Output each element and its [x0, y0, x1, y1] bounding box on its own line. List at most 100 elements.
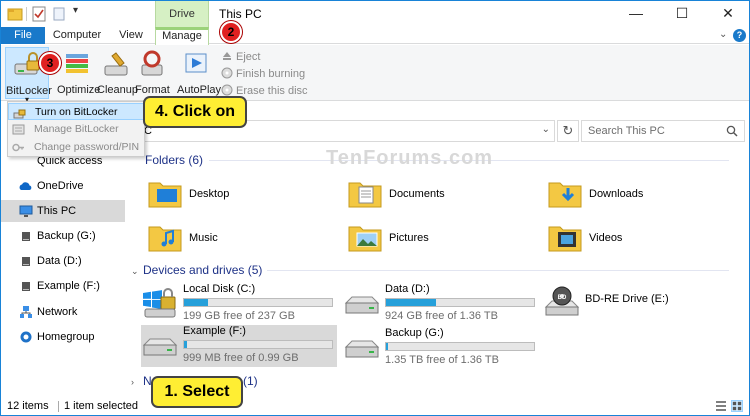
search-icon — [726, 125, 738, 137]
music-folder-icon — [148, 226, 182, 252]
nav-item-label: Homegroup — [37, 331, 95, 343]
folder-downloads[interactable]: Downloads — [547, 175, 727, 215]
drive-usage-fill — [386, 343, 389, 350]
folder-videos[interactable]: Videos — [547, 219, 727, 259]
cleanup-button[interactable]: Cleanup — [97, 47, 138, 99]
drive-icon — [22, 257, 30, 266]
menu-item-label: Change password/PIN — [34, 141, 140, 153]
drive-usage-bar — [183, 340, 333, 349]
drive-usage-bar — [183, 298, 333, 307]
nav-item-label: This PC — [37, 205, 77, 217]
menu-item-label: Manage BitLocker — [34, 123, 119, 135]
drive-g[interactable]: Backup (G:) 1.35 TB free of 1.36 TB — [343, 327, 543, 367]
optimize-label: Optimize — [57, 84, 101, 96]
qa-separator — [26, 7, 27, 21]
documents-folder-icon — [348, 182, 382, 208]
eject-icon — [223, 52, 231, 60]
help-icon[interactable]: ? — [733, 29, 746, 42]
drive-d[interactable]: Data (D:) 924 GB free of 1.36 TB — [343, 283, 543, 323]
network-group-header[interactable]: › N — [131, 372, 152, 390]
content-pane: Folders (6) Desktop Documents Downloads … — [129, 147, 749, 397]
folder-pictures[interactable]: Pictures — [347, 219, 527, 259]
finish-burning-button[interactable]: Finish burning — [221, 66, 305, 82]
address-dropdown-chevron-icon[interactable]: ⌄ — [542, 124, 550, 135]
drive-usage-bar — [385, 298, 535, 307]
nav-item-network[interactable]: Network — [1, 301, 125, 323]
nav-item-label: Backup (G:) — [37, 230, 96, 242]
ribbon-expand-chevron-icon[interactable]: ⌄ — [719, 29, 727, 40]
bitlocker-icon — [14, 52, 40, 75]
minimize-button[interactable]: — — [613, 1, 659, 27]
network-icon — [20, 306, 32, 318]
eject-button[interactable]: Eject — [221, 49, 260, 65]
quick-access-toolbar-chevron-icon[interactable]: ▾ — [73, 5, 78, 16]
menu-item-change-password[interactable]: Change password/PIN — [8, 139, 144, 156]
refresh-button[interactable]: ↻ — [557, 120, 579, 142]
nav-item-this-pc[interactable]: This PC — [1, 200, 125, 222]
explorer-app-icon[interactable] — [7, 6, 23, 22]
tab-manage[interactable]: Manage — [155, 27, 209, 45]
close-button[interactable]: ✕ — [705, 1, 749, 27]
drive-free-space: 999 MB free of 0.99 GB — [183, 352, 299, 364]
drive-tools-context-header: Drive Tools — [155, 1, 209, 46]
nav-item-label: Example (F:) — [37, 280, 100, 292]
step-badge-3: 3 — [39, 52, 61, 74]
format-icon — [141, 50, 163, 76]
autoplay-button[interactable]: AutoPlay — [177, 47, 222, 99]
computer-icon — [19, 205, 33, 217]
homegroup-icon — [20, 331, 32, 343]
nav-item-example-f[interactable]: Example (F:) — [1, 275, 125, 297]
search-placeholder: Search This PC — [588, 125, 665, 137]
folder-documents[interactable]: Documents — [347, 175, 527, 215]
watermark: TenForums.com — [326, 147, 494, 169]
menu-item-turn-on-bitlocker[interactable]: Turn on BitLocker — [8, 103, 144, 120]
menu-item-label: Turn on BitLocker — [35, 106, 118, 118]
folder-label: Music — [189, 232, 218, 244]
pictures-folder-icon — [348, 226, 382, 252]
ribbon-tabs: File Computer View Manage ⌄ ? — [1, 27, 749, 45]
tab-view[interactable]: View — [111, 27, 151, 44]
videos-folder-icon — [548, 226, 582, 252]
autoplay-label: AutoPlay — [177, 84, 222, 96]
step-badge-2: 2 — [220, 21, 242, 43]
ribbon-manage: BitLocker ▾ Optimize Cleanup Format Auto… — [1, 45, 749, 104]
folders-group-header[interactable]: Folders (6) — [145, 151, 203, 169]
drive-c[interactable]: Local Disk (C:) 199 GB free of 237 GB — [141, 283, 337, 323]
drive-e[interactable]: BD BD-RE Drive (E:) — [543, 283, 739, 323]
folder-desktop[interactable]: Desktop — [147, 175, 327, 215]
usb-drive-icon — [142, 338, 178, 356]
nav-item-label: OneDrive — [37, 180, 84, 192]
cleanup-icon — [104, 52, 128, 76]
bitlocker-dropdown-menu: Turn on BitLocker Manage BitLocker Chang… — [7, 101, 145, 157]
window-title: This PC — [219, 7, 262, 21]
tab-file[interactable]: File — [1, 27, 45, 44]
drive-usage-fill — [184, 341, 187, 348]
menu-item-manage-bitlocker[interactable]: Manage BitLocker — [8, 121, 144, 138]
drive-usage-fill — [184, 299, 208, 306]
drive-f[interactable]: Example (F:) 999 MB free of 0.99 GB — [141, 325, 337, 367]
nav-item-onedrive[interactable]: OneDrive — [1, 175, 125, 197]
eject-label: Eject — [236, 51, 261, 63]
nav-item-label: Data (D:) — [37, 255, 82, 267]
properties-icon[interactable] — [32, 6, 46, 22]
details-view-icon[interactable] — [715, 400, 727, 412]
large-icons-view-icon[interactable] — [731, 400, 743, 412]
nav-item-backup-g[interactable]: Backup (G:) — [1, 225, 125, 247]
drive-name: Local Disk (C:) — [183, 283, 256, 295]
nav-item-data-d[interactable]: Data (D:) — [1, 250, 125, 272]
search-input[interactable]: Search This PC — [581, 120, 745, 142]
optimize-button[interactable]: Optimize — [57, 47, 101, 99]
maximize-button[interactable]: ☐ — [659, 1, 705, 27]
drive-name: Data (D:) — [385, 283, 430, 295]
network-group-count: (1) — [243, 374, 258, 388]
new-folder-icon[interactable] — [53, 6, 65, 22]
tab-computer[interactable]: Computer — [51, 27, 103, 44]
devices-group-header[interactable]: ⌄ Devices and drives (5) — [131, 261, 262, 279]
format-button[interactable]: Format — [135, 47, 170, 99]
status-item-count: 12 items — [7, 400, 49, 412]
collapse-chevron-icon: ⌄ — [131, 266, 139, 276]
folder-music[interactable]: Music — [147, 219, 327, 259]
drive-free-space: 1.35 TB free of 1.36 TB — [385, 354, 499, 366]
hard-drive-icon — [344, 340, 380, 358]
nav-item-homegroup[interactable]: Homegroup — [1, 326, 125, 348]
